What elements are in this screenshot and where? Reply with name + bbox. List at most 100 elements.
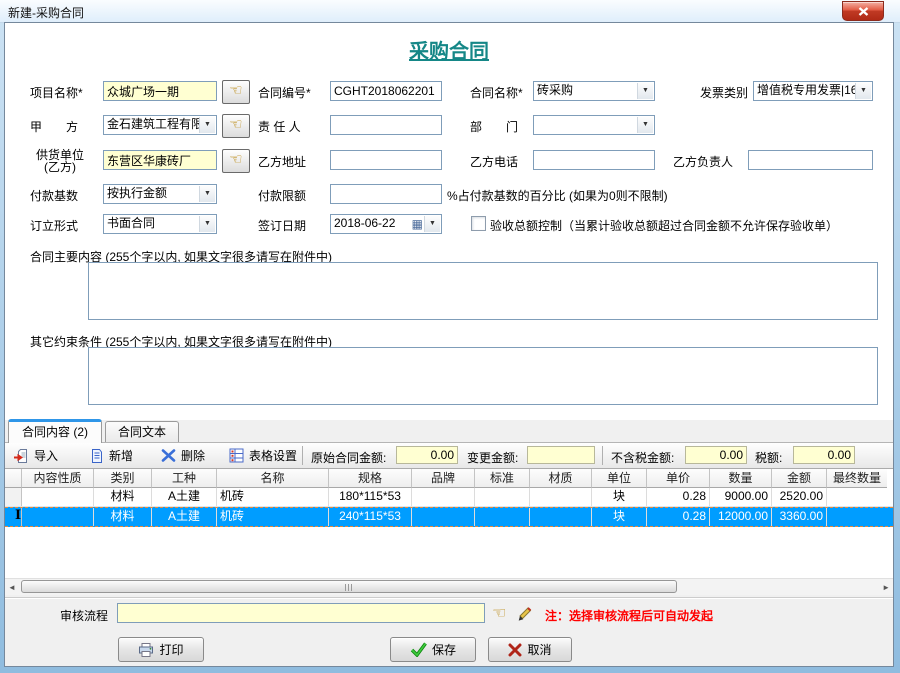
party-b-manager-input[interactable] [748,150,873,170]
cell[interactable]: 180*115*53 [329,488,412,506]
column-header[interactable]: 单价 [647,469,710,488]
project-input[interactable] [103,81,217,101]
cell[interactable]: 2520.00 [772,488,827,506]
cell[interactable] [22,508,94,526]
payment-limit-input[interactable] [330,184,442,204]
column-header[interactable]: 单位 [592,469,647,488]
cell[interactable] [530,508,592,526]
column-header[interactable]: 材质 [530,469,592,488]
party-b-phone-input[interactable] [533,150,655,170]
cell[interactable]: 块 [592,488,647,506]
column-header[interactable]: 品牌 [412,469,475,488]
save-button[interactable]: 保存 [390,637,476,662]
party-a-lookup-button[interactable]: ☜ [222,114,250,138]
scroll-right-icon[interactable]: ► [882,583,890,592]
form-type-select[interactable]: 书面合同 ▼ [103,214,217,234]
table-row[interactable]: 材料A土建机砖240*115*53 块0.2812000.003360.00 [5,507,893,527]
column-header[interactable]: 工种 [152,469,217,488]
party-b-address-input[interactable] [330,150,442,170]
cell[interactable] [827,508,887,526]
calendar-icon: ▦ [412,216,423,232]
cell[interactable]: A土建 [152,488,217,506]
supplier-input[interactable] [103,150,217,170]
cell[interactable]: 240*115*53 [329,508,412,526]
cell[interactable]: 机砖 [217,488,329,506]
grid-settings-button[interactable]: 表格设置 [225,445,301,466]
acceptance-control-checkbox[interactable] [471,216,486,231]
cell[interactable]: 材料 [94,488,152,506]
original-amount-field[interactable]: 0.00 [396,446,458,464]
payment-base-select[interactable]: 按执行金额 ▼ [103,184,217,204]
sign-date-picker[interactable]: 2018-06-22 ▦ ▼ [330,214,442,234]
toolbar-separator [302,446,303,465]
invoice-type-value: 增值税专用发票|16 [757,83,857,97]
cell[interactable]: 机砖 [217,508,329,526]
cell[interactable] [412,508,475,526]
cancel-button[interactable]: 取消 [488,637,572,662]
table-row[interactable]: 材料A土建机砖180*115*53 块0.289000.002520.00 [5,488,893,507]
add-row-button[interactable]: 新增 [85,445,137,466]
workflow-input[interactable] [117,603,485,623]
add-label: 新增 [109,447,133,464]
cell[interactable] [412,488,475,506]
cell[interactable]: 材料 [94,508,152,526]
delete-label: 删除 [181,447,205,464]
horizontal-scrollbar[interactable]: ◄ ► [5,578,893,595]
main-content-textarea[interactable] [88,262,878,320]
change-amount-field[interactable] [527,446,595,464]
cell[interactable] [475,508,530,526]
column-header[interactable]: 标准 [475,469,530,488]
other-terms-textarea[interactable] [88,347,878,405]
responsible-label: 责 任 人 [258,118,301,135]
column-header[interactable]: 金额 [772,469,827,488]
close-button[interactable] [842,1,884,21]
payment-limit-label: 付款限额 [258,187,306,204]
untaxed-amount-field[interactable]: 0.00 [685,446,747,464]
contract-name-label: 合同名称* [470,84,523,101]
supplier-lookup-button[interactable]: ☜ [222,149,250,173]
form-panel: 采购合同 项目名称* ☜ 合同编号* 合同名称* 砖采购 ▼ 发票类别 增值税专… [5,23,893,420]
cell[interactable]: 12000.00 [710,508,772,526]
cell[interactable]: 9000.00 [710,488,772,506]
cell[interactable] [22,488,94,506]
column-header[interactable]: 类别 [94,469,152,488]
responsible-input[interactable] [330,115,442,135]
invoice-type-select[interactable]: 增值税专用发票|16 ▼ [753,81,873,101]
contract-no-input[interactable] [330,81,442,101]
delete-row-button[interactable]: 删除 [157,445,209,466]
column-header[interactable]: 最终数量 [827,469,887,488]
cell[interactable]: 块 [592,508,647,526]
signature-pen-icon[interactable] [516,603,534,621]
column-header[interactable]: 规格 [329,469,412,488]
original-amount-label: 原始合同金额: [311,449,386,466]
contract-name-select[interactable]: 砖采购 ▼ [533,81,655,101]
party-a-select[interactable]: 金石建筑工程有限公 ▼ [103,115,217,135]
tax-field[interactable]: 0.00 [793,446,855,464]
column-header[interactable]: 数量 [710,469,772,488]
cell[interactable] [827,488,887,506]
cell[interactable] [530,488,592,506]
hand-pointer-icon[interactable]: ☜ [492,603,506,623]
cell[interactable]: 0.28 [647,508,710,526]
tab-contract-content[interactable]: 合同内容 (2) [8,419,102,443]
column-header[interactable]: 名称 [217,469,329,488]
party-a-label: 甲 方 [30,118,78,135]
import-button[interactable]: 导入 [10,445,62,466]
department-select[interactable]: ▼ [533,115,655,135]
hand-pointer-icon: ☜ [229,116,242,133]
chevron-down-icon: ▼ [637,83,653,99]
scrollbar-thumb[interactable] [21,580,677,593]
cell[interactable]: 3360.00 [772,508,827,526]
cell[interactable]: A土建 [152,508,217,526]
print-button[interactable]: 打印 [118,637,204,662]
tab-contract-text[interactable]: 合同文本 [105,421,179,443]
chevron-down-icon: ▼ [637,117,653,133]
column-header[interactable]: 内容性质 [22,469,94,488]
cell[interactable] [475,488,530,506]
payment-base-label: 付款基数 [30,187,78,204]
cell[interactable]: 0.28 [647,488,710,506]
title-bar[interactable]: 新建-采购合同 [0,0,900,23]
project-lookup-button[interactable]: ☜ [222,80,250,104]
scroll-left-icon[interactable]: ◄ [8,583,16,592]
row-indicator [5,488,22,506]
